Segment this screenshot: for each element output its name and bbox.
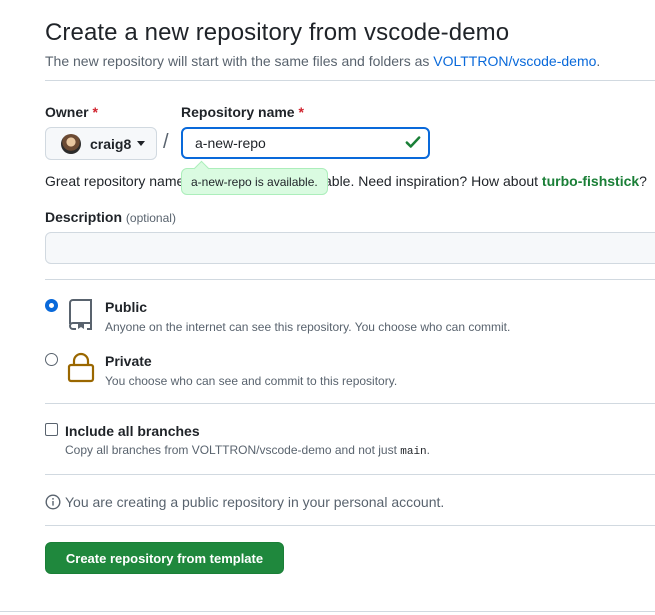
- subtitle-text: The new repository will start with the s…: [45, 53, 434, 69]
- lock-icon: [67, 352, 95, 383]
- visibility-info: You are creating a public repository in …: [45, 494, 444, 510]
- divider: [0, 611, 655, 612]
- private-title: Private: [105, 353, 152, 369]
- branches-desc-text: Copy all branches from VOLTTRON/vscode-d…: [65, 443, 401, 457]
- public-description: Anyone on the internet can see this repo…: [105, 320, 511, 334]
- hint-text: able. Need inspiration? How about turbo-…: [324, 173, 647, 189]
- divider: [45, 403, 655, 404]
- hint-question-mark: ?: [639, 173, 647, 189]
- include-branches-title: Include all branches: [65, 423, 200, 439]
- info-icon: [45, 494, 61, 510]
- owner-name: craig8: [90, 135, 132, 152]
- triangle-down-icon: [137, 141, 146, 146]
- template-repo-link[interactable]: VOLTTRON/vscode-demo: [433, 53, 596, 69]
- divider: [45, 80, 655, 81]
- private-description: You choose who can see and commit to thi…: [105, 374, 398, 388]
- page-title: Create a new repository from vscode-demo: [45, 19, 510, 46]
- required-mark: *: [92, 104, 98, 120]
- include-branches-description: Copy all branches from VOLTTRON/vscode-d…: [65, 443, 430, 458]
- optional-tag: (optional): [125, 211, 176, 225]
- hint-text-start: Great repository name: [45, 173, 185, 189]
- required-mark: *: [298, 104, 304, 120]
- owner-label-text: Owner: [45, 104, 89, 120]
- repo-name-input[interactable]: [181, 127, 430, 159]
- description-label: Description (optional): [45, 209, 176, 225]
- description-input[interactable]: [45, 232, 655, 264]
- info-text: You are creating a public repository in …: [65, 494, 445, 510]
- divider: [45, 474, 655, 475]
- create-repository-button[interactable]: Create repository from template: [45, 542, 284, 574]
- owner-repo-separator: /: [163, 131, 169, 153]
- branches-desc-period: .: [426, 443, 430, 457]
- availability-tooltip: a-new-repo is available.: [181, 168, 328, 195]
- owner-label: Owner *: [45, 104, 98, 120]
- subtitle-period: .: [596, 53, 601, 69]
- name-suggestion-link[interactable]: turbo-fishstick: [542, 173, 639, 189]
- default-branch-code: main: [400, 446, 427, 458]
- owner-select-button[interactable]: craig8: [45, 127, 157, 160]
- hint-text-middle: able. Need inspiration? How about: [324, 173, 542, 189]
- public-radio[interactable]: [45, 299, 58, 312]
- create-repo-from-template-page: Create a new repository from vscode-demo…: [0, 0, 655, 615]
- avatar: [61, 133, 81, 154]
- check-icon: [405, 136, 421, 148]
- repo-name-label: Repository name *: [181, 104, 304, 120]
- page-subtitle: The new repository will start with the s…: [45, 53, 600, 69]
- public-title: Public: [105, 299, 148, 315]
- divider: [45, 279, 655, 280]
- divider: [45, 525, 655, 526]
- repo-name-label-text: Repository name: [181, 104, 295, 120]
- include-branches-checkbox[interactable]: [45, 423, 58, 436]
- description-label-text: Description: [45, 209, 123, 225]
- repo-icon: [68, 299, 92, 330]
- private-radio[interactable]: [45, 353, 58, 366]
